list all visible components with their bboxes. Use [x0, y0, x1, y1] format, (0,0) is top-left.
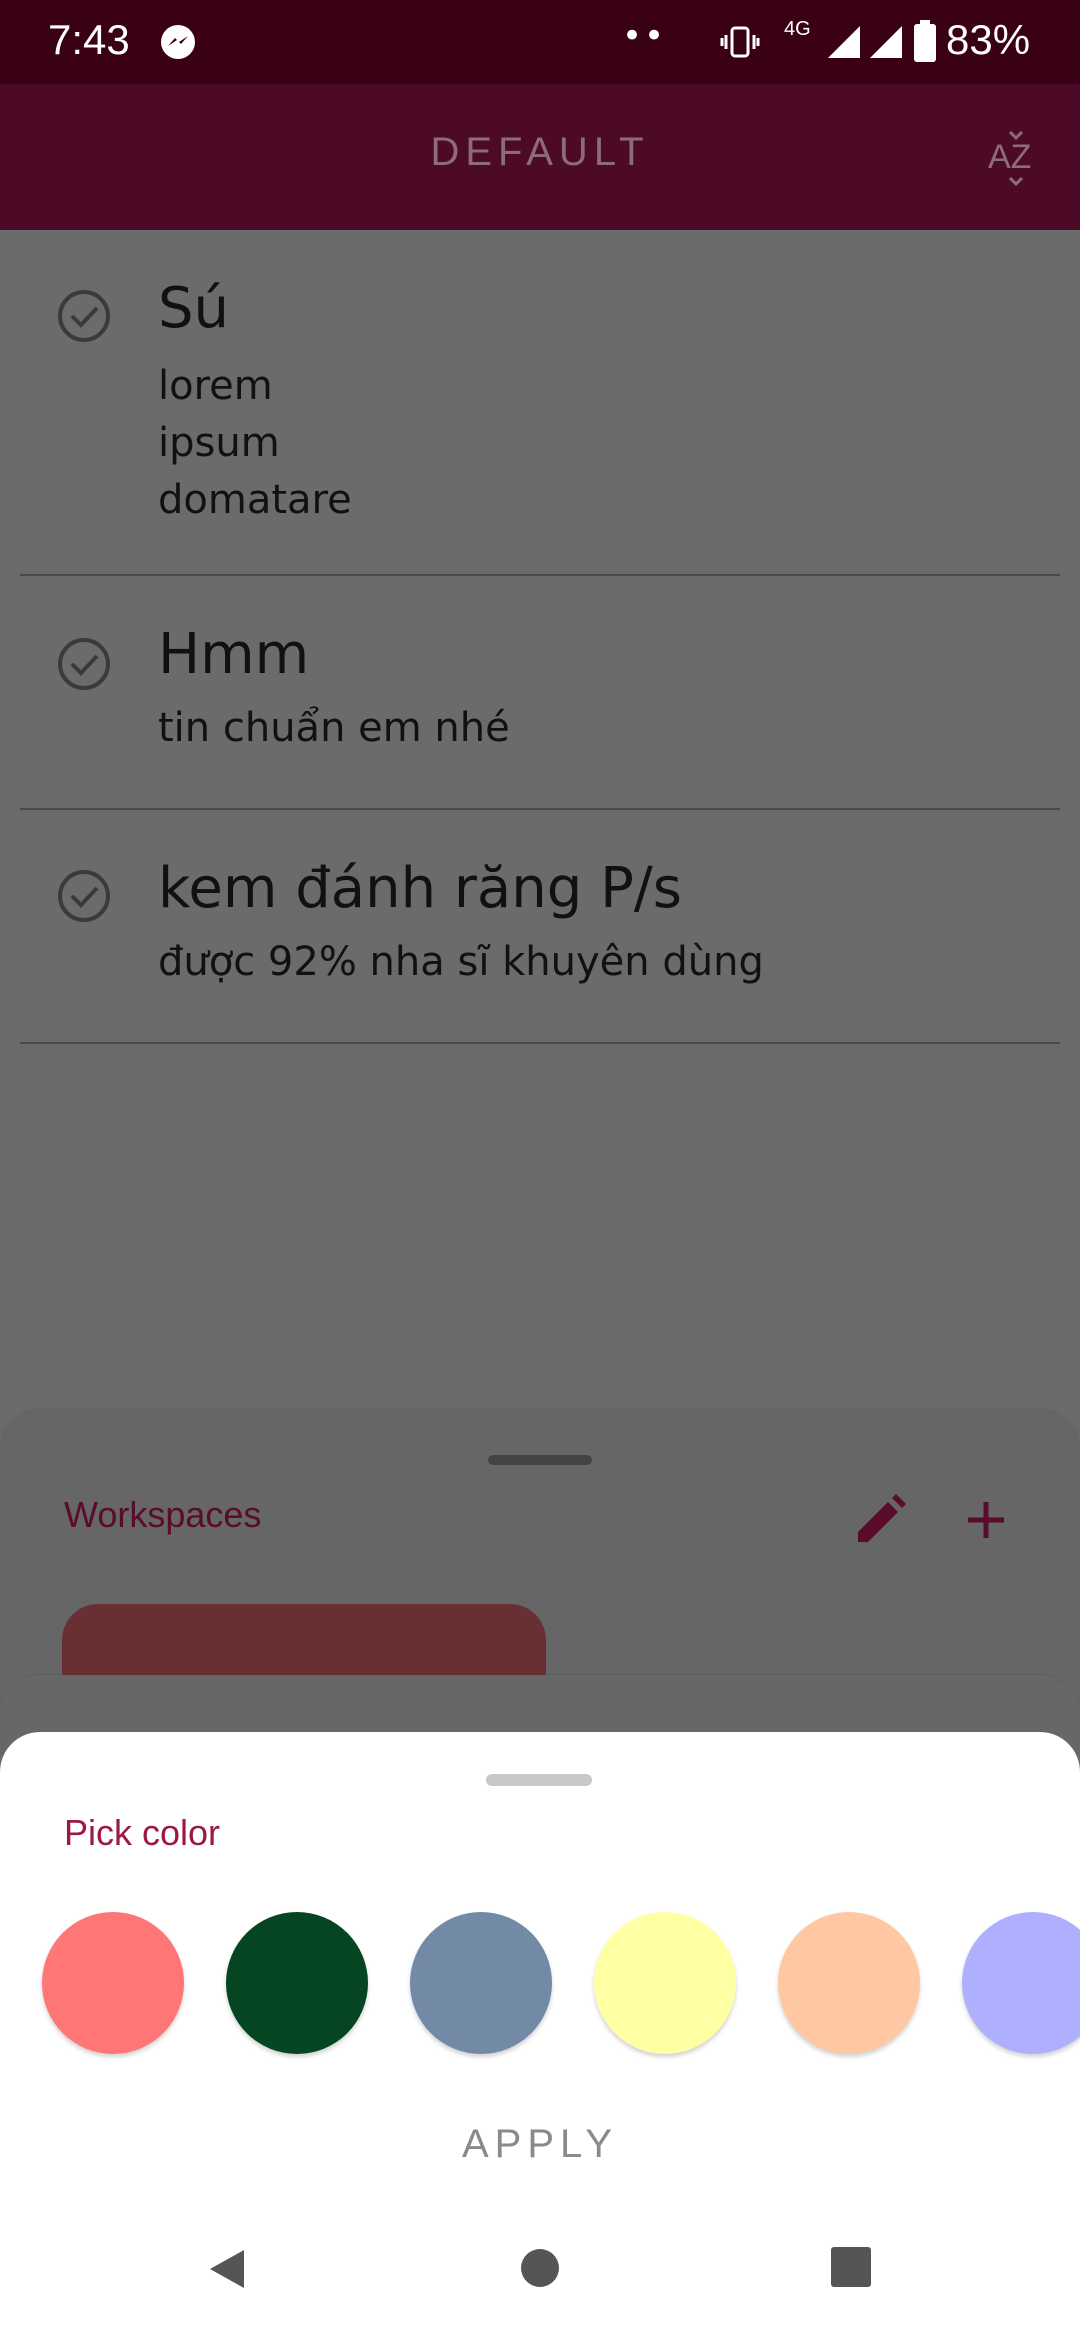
note-description: được 92% nha sĩ khuyên dùng	[158, 939, 764, 985]
note-title: Hmm	[158, 622, 310, 687]
color-swatch[interactable]	[962, 1912, 1080, 2054]
battery-percent: 83%	[946, 16, 1031, 63]
list-item[interactable]: Sú lorem ipsum domatare	[20, 230, 1060, 576]
status-bar: 7:43 •• 4G 83%	[0, 0, 1080, 84]
status-time: 7:43	[48, 16, 130, 63]
add-icon[interactable]	[956, 1490, 1016, 1550]
recents-icon[interactable]	[830, 2246, 872, 2288]
svg-text:AZ: AZ	[988, 138, 1031, 176]
list-item[interactable]: Hmm tin chuẩn em nhé	[20, 576, 1060, 810]
navigation-bar	[0, 2230, 1080, 2340]
edit-icon[interactable]	[850, 1490, 910, 1550]
back-icon[interactable]	[204, 2246, 250, 2292]
vibrate-icon	[720, 26, 760, 58]
drag-handle[interactable]	[488, 1455, 592, 1465]
workspaces-sheet: Workspaces	[0, 1410, 1080, 1724]
note-description: lorem ipsum domatare	[158, 363, 352, 523]
battery-icon	[914, 20, 936, 62]
color-swatch[interactable]	[42, 1912, 184, 2054]
check-circle-icon[interactable]	[56, 288, 112, 344]
drag-handle[interactable]	[486, 1774, 592, 1786]
pick-color-title: Pick color	[64, 1812, 221, 1853]
page-title: DEFAULT	[430, 130, 650, 174]
network-type: 4G	[784, 18, 811, 40]
color-swatch[interactable]	[410, 1912, 552, 2054]
check-circle-icon[interactable]	[56, 868, 112, 924]
signal-icon	[828, 26, 860, 58]
signal-icon	[870, 26, 902, 58]
color-swatch[interactable]	[778, 1912, 920, 2054]
app-bar: DEFAULT AZ	[0, 84, 1080, 230]
sort-az-icon[interactable]: AZ	[986, 128, 1048, 190]
note-title: Sú	[158, 276, 230, 341]
workspaces-title: Workspaces	[64, 1494, 262, 1535]
list-item[interactable]: kem đánh răng P/s được 92% nha sĩ khuyên…	[20, 810, 1060, 1044]
notification-dots: ••	[622, 16, 667, 56]
home-icon[interactable]	[518, 2246, 562, 2290]
color-swatch[interactable]	[594, 1912, 736, 2054]
color-swatch[interactable]	[226, 1912, 368, 2054]
note-title: kem đánh răng P/s	[158, 856, 682, 921]
notes-list: Sú lorem ipsum domatare Hmm tin chuẩn em…	[0, 230, 1080, 1044]
apply-button[interactable]: APPLY	[0, 2122, 1080, 2167]
messenger-icon	[161, 25, 195, 59]
note-description: tin chuẩn em nhé	[158, 705, 510, 751]
check-circle-icon[interactable]	[56, 636, 112, 692]
